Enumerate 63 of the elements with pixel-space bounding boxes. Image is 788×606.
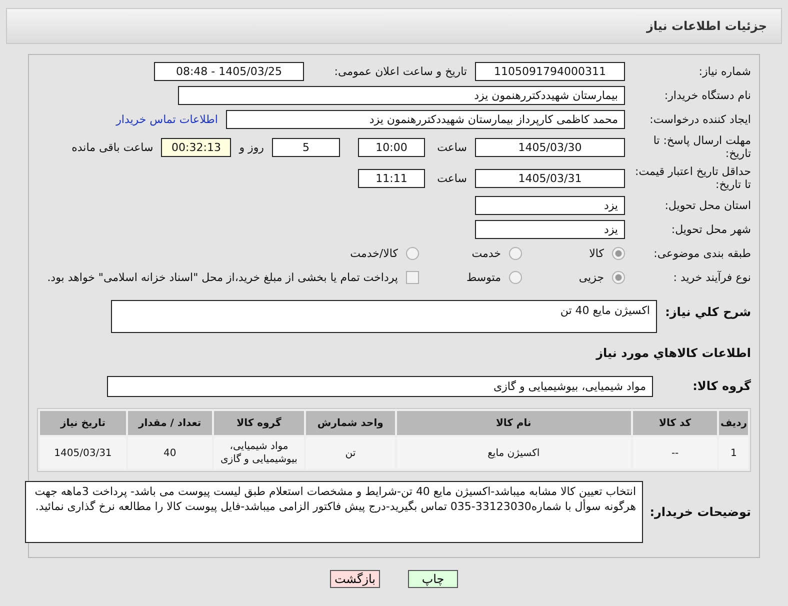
field-label: طبقه بندی موضوعی: bbox=[652, 247, 751, 260]
city-field: یزد bbox=[475, 220, 625, 239]
field-label: شرح کلي نیاز: bbox=[665, 306, 751, 319]
column-header: نام کالا bbox=[396, 411, 631, 435]
field-label: ایجاد کننده درخواست: bbox=[648, 113, 751, 126]
column-header: ردیف bbox=[719, 411, 748, 435]
back-button[interactable]: بازگشت bbox=[330, 570, 380, 588]
table-cell: اکسیژن مایع bbox=[396, 437, 631, 469]
field-label: مهلت ارسال پاسخ: تا تاریخ: bbox=[652, 134, 751, 160]
checkbox-label: پرداخت تمام یا بخشی از مبلغ خرید،از محل "اسناد خزانه اسلامی" خواهد بود. bbox=[47, 271, 398, 284]
table-cell: تن bbox=[306, 437, 395, 469]
field-label: نوع فرآیند خرید : bbox=[672, 271, 751, 284]
radio-button[interactable] bbox=[612, 271, 625, 284]
field-label: استان محل تحویل: bbox=[664, 199, 751, 212]
time-field: 11:11 bbox=[358, 168, 425, 188]
field-label: نام دستگاه خریدار: bbox=[663, 89, 751, 102]
table-cell: 40 bbox=[128, 437, 212, 469]
column-header: تعداد / مقدار bbox=[128, 411, 212, 435]
field-label: حداقل تاریخ اعتبار قیمت: تا تاریخ: bbox=[634, 165, 751, 191]
column-header: تاریخ نیاز bbox=[40, 411, 126, 435]
column-header: گروه کالا bbox=[214, 411, 304, 435]
field-label: ساعت باقی مانده bbox=[72, 140, 154, 154]
section-title: اطلاعات کالاهاي مورد نیاز bbox=[594, 347, 751, 360]
requester-field: محمد کاظمی کارپرداز بیمارستان شهیددکتررهنمون یزد bbox=[226, 110, 625, 129]
radio-label: جزیی bbox=[578, 271, 604, 284]
column-header: کد کالا bbox=[632, 411, 718, 435]
announce-date-field: 1405/03/25 - 08:48 bbox=[154, 62, 304, 81]
table-cell: -- bbox=[632, 437, 718, 469]
field-label: شهر محل تحویل: bbox=[670, 223, 751, 236]
field-label: ساعت bbox=[436, 140, 467, 154]
summary-textarea[interactable]: اکسیژن مایع 40 تن bbox=[111, 300, 657, 333]
field-label: توضیحات خریدار: bbox=[651, 506, 751, 518]
print-button[interactable]: چاپ bbox=[408, 570, 458, 588]
table-cell: مواد شیمیایی، بیوشیمیایی و گازی bbox=[214, 437, 304, 469]
contact-link[interactable]: اطلاعات تماس خریدار bbox=[116, 113, 218, 126]
radio-label: خدمت bbox=[472, 247, 501, 260]
need-number-field: 1105091794000311 bbox=[475, 62, 625, 81]
date-field: 1405/03/31 bbox=[475, 168, 625, 188]
buyer-org-field: بیمارستان شهیددکتررهنمون یزد bbox=[178, 86, 625, 105]
province-field: یزد bbox=[475, 196, 625, 215]
column-header: واحد شمارش bbox=[306, 411, 395, 435]
radio-label: متوسط bbox=[466, 271, 501, 284]
notes-textarea[interactable]: انتخاب تعیین کالا مشابه میباشد-اکسیژن مایع 40 تن-شرایط و مشخصات استعلام طبق لیست پیوست می باشد- پرداخت 3ماهه جهت هرگونه سوأل با شماره33123030-035 تماس بگیرید-درج پیش فاکتور الزامی میباشد-فایل پیوست کالا را مطالعه نرخ گذاری نمائید. bbox=[25, 481, 643, 543]
radio-button[interactable] bbox=[406, 247, 419, 260]
page-title: جزئیات اطلاعات نیاز bbox=[646, 19, 767, 33]
table-cell: 1 bbox=[719, 437, 748, 469]
date-field: 1405/03/30 bbox=[475, 138, 625, 156]
field-label: روز و bbox=[239, 140, 264, 154]
field-label: شماره نیاز: bbox=[698, 65, 751, 78]
table-cell: 1405/03/31 bbox=[40, 437, 126, 469]
field-label: گروه کالا: bbox=[692, 380, 751, 393]
radio-button[interactable] bbox=[509, 271, 522, 284]
time-field: 10:00 bbox=[358, 138, 425, 156]
field-label: تاریخ و ساعت اعلان عمومی: bbox=[333, 65, 467, 78]
goods-group-field: مواد شیمیایی، بیوشیمیایی و گازی bbox=[107, 376, 653, 397]
radio-label: کالا bbox=[589, 247, 604, 260]
radio-button[interactable] bbox=[612, 247, 625, 260]
days-field: 5 bbox=[272, 138, 340, 156]
field-label: ساعت bbox=[436, 172, 467, 184]
remaining-time-field: 00:32:13 bbox=[161, 138, 232, 156]
checkbox[interactable] bbox=[406, 271, 419, 284]
radio-button[interactable] bbox=[509, 247, 522, 260]
radio-label: کالا/خدمت bbox=[350, 247, 398, 260]
